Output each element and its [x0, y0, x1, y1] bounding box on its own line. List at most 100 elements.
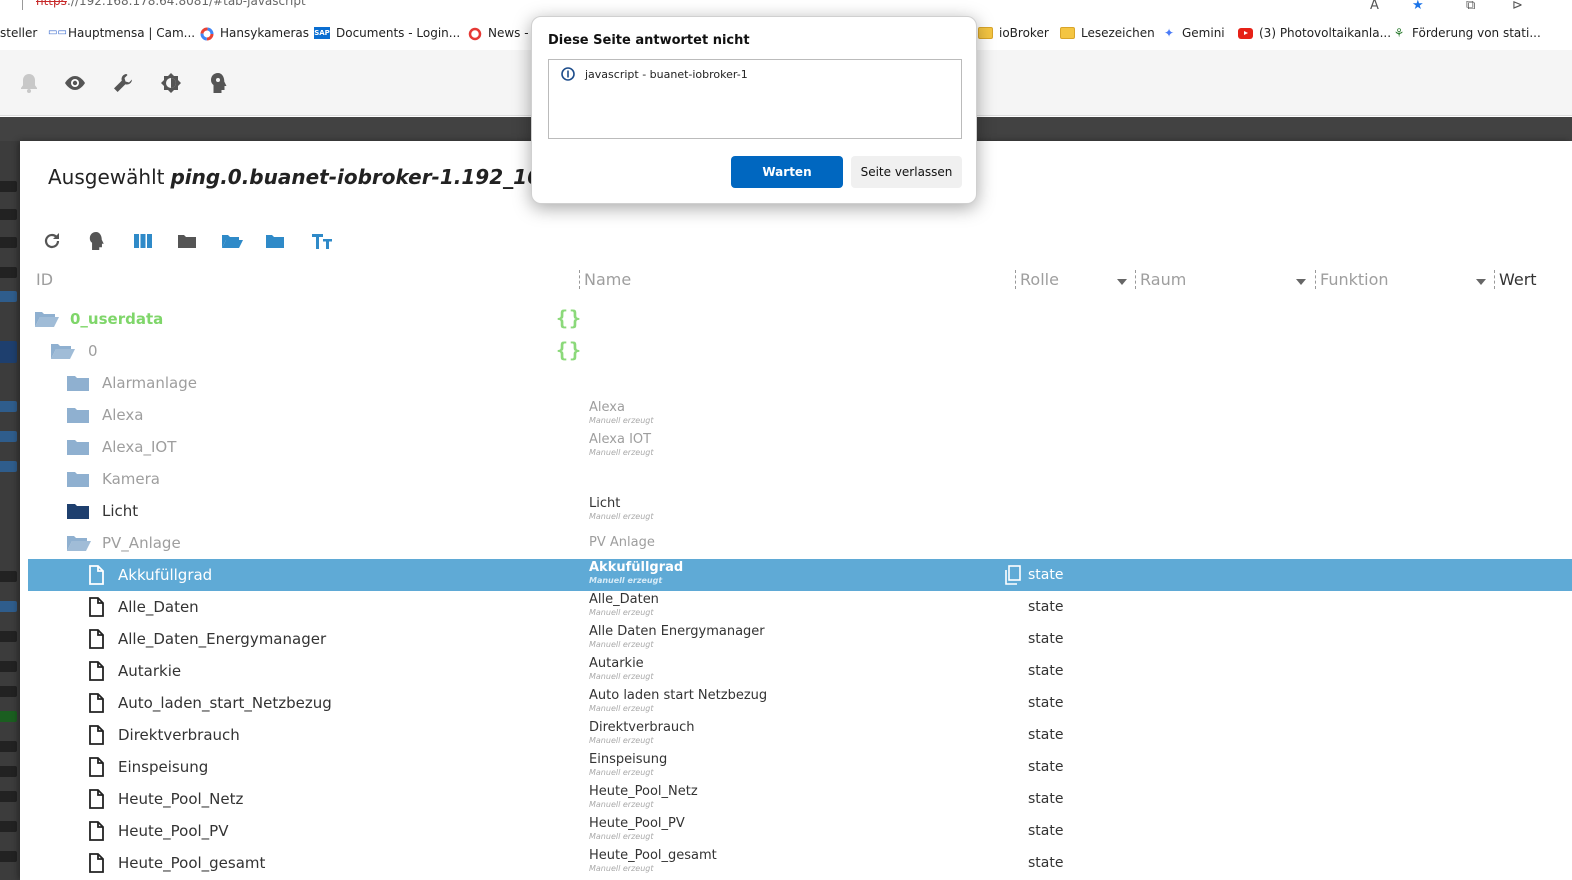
- bookmark-0[interactable]: steller: [0, 26, 37, 40]
- bookmark-7[interactable]: ✦ Gemini: [1162, 26, 1225, 40]
- bookmark-1[interactable]: ▭▭ Hauptmensa | Cam...: [48, 26, 195, 40]
- row-name: Heute_Pool_gesamt Manuell erzeugt: [589, 848, 717, 874]
- folder-icon: [66, 373, 90, 393]
- unresponsive-page-item[interactable]: javascript - buanet-iobroker-1: [561, 67, 748, 81]
- bookmark-2[interactable]: Hansykameras: [200, 26, 310, 41]
- tree-row[interactable]: Alexa_IOT Alexa IOT Manuell erzeugt: [28, 431, 1572, 463]
- column-role[interactable]: Rolle: [1015, 270, 1059, 289]
- tree-row[interactable]: Heute_Pool_PV Heute_Pool_PV Manuell erzeug…: [28, 815, 1572, 847]
- row-id: Direktverbrauch: [118, 726, 240, 744]
- tree-row[interactable]: PV_Anlage PV Anlage: [28, 527, 1572, 559]
- tree-row[interactable]: Akkufüllgrad Akkufüllgrad Manuell erzeugt s…: [28, 559, 1572, 591]
- favorites-icon[interactable]: ⊳: [1512, 0, 1523, 12]
- column-room[interactable]: Raum: [1135, 270, 1186, 289]
- folder-icon: [1060, 27, 1075, 39]
- row-name-text: PV Anlage: [589, 535, 655, 550]
- tree-row[interactable]: Kamera: [28, 463, 1572, 495]
- role-filter-caret-icon[interactable]: [1117, 279, 1127, 285]
- browser-url-bar[interactable]: https://192.168.178.64:8081/#tab-javascr…: [0, 0, 1572, 12]
- tree-row[interactable]: Alle_Daten_Energymanager Alle Daten Energ…: [28, 623, 1572, 655]
- bookmark-4[interactable]: News -: [468, 26, 529, 41]
- room-filter-caret-icon[interactable]: [1296, 279, 1306, 285]
- wrench-icon[interactable]: [110, 70, 136, 96]
- row-role: state: [1028, 823, 1064, 839]
- url-protocol: https: [36, 0, 67, 8]
- wait-button[interactable]: Warten: [731, 156, 843, 188]
- bookmark-label: Hauptmensa | Cam...: [68, 26, 196, 40]
- expert-mode-button[interactable]: [83, 227, 111, 255]
- function-filter-caret-icon[interactable]: [1476, 279, 1486, 285]
- row-name-subtitle: Manuell erzeugt: [589, 768, 654, 777]
- column-function[interactable]: Funktion: [1315, 270, 1389, 289]
- column-name[interactable]: Name: [579, 270, 631, 289]
- row-name-subtitle: Manuell erzeugt: [589, 864, 654, 873]
- text-size-button[interactable]: [308, 227, 336, 255]
- tree-row[interactable]: Heute_Pool_gesamt Heute_Pool_gesamt Manuel…: [28, 847, 1572, 879]
- bookmark-3[interactable]: SAP Documents - Login...: [314, 26, 460, 40]
- tree-row[interactable]: Alexa Alexa Manuell erzeugt: [28, 399, 1572, 431]
- row-role: state: [1028, 695, 1064, 711]
- expand-all-button[interactable]: [218, 227, 246, 255]
- row-name-text: Direktverbrauch: [589, 720, 695, 735]
- tree-row[interactable]: 0_userdata {}: [28, 303, 1572, 335]
- tree-row[interactable]: Autarkie Autarkie Manuell erzeugt state: [28, 655, 1572, 687]
- bell-icon[interactable]: [16, 70, 42, 96]
- info-icon: [561, 67, 575, 81]
- row-id: Alle_Daten: [118, 598, 199, 616]
- brightness-icon[interactable]: [158, 70, 184, 96]
- row-id: Licht: [102, 502, 139, 520]
- row-id: Alarmanlage: [102, 374, 197, 392]
- collapse-all-button[interactable]: [173, 227, 201, 255]
- collapse-level-button[interactable]: [261, 227, 289, 255]
- unresponsive-title: Diese Seite antwortet nicht: [548, 33, 750, 48]
- row-id: Einspeisung: [118, 758, 209, 776]
- tree-row[interactable]: Licht Licht Manuell erzeugt: [28, 495, 1572, 527]
- tree-row[interactable]: Alle_Daten Alle_Daten Manuell erzeugt state: [28, 591, 1572, 623]
- column-value[interactable]: Wert: [1494, 270, 1537, 289]
- json-brace-icon[interactable]: {}: [556, 306, 582, 330]
- row-id: Alle_Daten_Energymanager: [118, 630, 327, 648]
- leave-page-button[interactable]: Seite verlassen: [851, 156, 962, 188]
- tree-row[interactable]: Einspeisung Einspeisung Manuell erzeugt sta…: [28, 751, 1572, 783]
- folder-icon: [66, 501, 90, 521]
- eye-icon[interactable]: [62, 70, 88, 96]
- row-name-subtitle: Manuell erzeugt: [589, 800, 654, 809]
- row-name-text: Alle_Daten: [589, 592, 659, 607]
- row-name-subtitle: Manuell erzeugt: [589, 416, 654, 425]
- tree-row[interactable]: 0 {}: [28, 335, 1572, 367]
- bookmark-label: Hansykameras: [220, 26, 310, 40]
- bookmark-6[interactable]: Lesezeichen: [1060, 26, 1155, 40]
- columns-button[interactable]: [129, 227, 157, 255]
- row-id: Heute_Pool_PV: [118, 822, 229, 840]
- row-name-text: Akkufüllgrad: [589, 560, 684, 575]
- address-text[interactable]: https://192.168.178.64:8081/#tab-javascr…: [36, 0, 306, 8]
- bookmark-label: Lesezeichen: [1081, 26, 1155, 40]
- tree-row[interactable]: Auto_laden_start_Netzbezug Auto laden sta…: [28, 687, 1572, 719]
- row-name: Autarkie Manuell erzeugt: [589, 656, 653, 682]
- refresh-button[interactable]: [38, 227, 66, 255]
- json-brace-icon[interactable]: {}: [556, 338, 582, 362]
- tree-row[interactable]: Direktverbrauch Direktverbrauch Manuell er…: [28, 719, 1572, 751]
- row-name-text: Alle Daten Energymanager: [589, 624, 765, 639]
- bookmark-5[interactable]: ioBroker: [978, 26, 1049, 40]
- tree-row[interactable]: Alarmanlage: [28, 367, 1572, 399]
- opera-icon: [468, 27, 482, 41]
- file-icon: [88, 693, 112, 713]
- column-id[interactable]: ID: [32, 270, 53, 289]
- file-icon: [88, 725, 112, 745]
- row-name: Auto laden start Netzbezug Manuell erzeug…: [589, 688, 767, 714]
- folder-icon: [978, 27, 993, 39]
- row-name: Heute_Pool_PV Manuell erzeugt: [589, 816, 685, 842]
- bookmark-9[interactable]: ⚘ Förderung von stati...: [1392, 26, 1541, 40]
- read-aloud-icon[interactable]: A: [1370, 0, 1379, 12]
- expert-mode-head-icon[interactable]: [206, 70, 232, 96]
- favorite-star-icon[interactable]: ★: [1412, 0, 1424, 12]
- bookmark-label: (3) Photovoltaikanla...: [1259, 26, 1392, 40]
- copy-icon[interactable]: [1004, 565, 1022, 585]
- folder-icon: [66, 469, 90, 489]
- bookmark-8[interactable]: (3) Photovoltaikanla...: [1238, 26, 1391, 40]
- tree-row[interactable]: Heute_Pool_Netz Heute_Pool_Netz Manuell er…: [28, 783, 1572, 815]
- column-header: ID Name Rolle Raum Funktion Wert: [20, 266, 1572, 294]
- split-screen-icon[interactable]: ⧉: [1466, 0, 1475, 12]
- folder-open-icon: [50, 341, 75, 361]
